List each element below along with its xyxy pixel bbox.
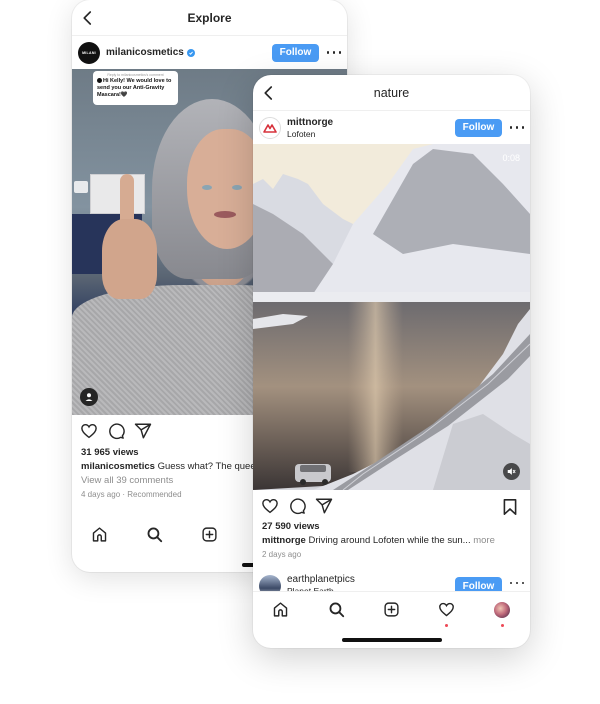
mouth-decor bbox=[214, 211, 236, 218]
caption-text: Guess what? The queen bbox=[157, 461, 261, 472]
post-header: MILANI milanicosmetics Follow bbox=[72, 36, 347, 69]
follow-button[interactable]: Follow bbox=[455, 118, 502, 137]
nav-create[interactable] bbox=[381, 600, 401, 620]
post-actions bbox=[261, 497, 333, 515]
home-indicator bbox=[341, 638, 442, 642]
more-options-icon[interactable] bbox=[510, 581, 524, 585]
notification-dot bbox=[500, 623, 504, 627]
lamp-decor bbox=[74, 181, 88, 193]
heart-icon[interactable] bbox=[261, 497, 279, 515]
search-icon bbox=[329, 602, 344, 618]
follow-button[interactable]: Follow bbox=[272, 43, 319, 62]
nav-search[interactable] bbox=[326, 600, 346, 620]
next-post-header: earthplanetpics Planet Earth Follow bbox=[253, 573, 530, 593]
heart-icon[interactable] bbox=[80, 422, 98, 440]
comment-reply-sticker: Reply to milanicosmetics's comment Hi Ke… bbox=[93, 71, 178, 105]
notification-dot bbox=[445, 623, 449, 627]
profile-avatar bbox=[494, 601, 511, 618]
verified-badge-icon bbox=[186, 48, 195, 57]
avatar[interactable] bbox=[259, 116, 281, 139]
top-bar: nature bbox=[253, 75, 530, 111]
create-post-icon bbox=[384, 602, 399, 617]
person-icon bbox=[85, 393, 93, 401]
dresser-decor bbox=[90, 174, 145, 214]
post-video[interactable]: 0:08 bbox=[253, 144, 530, 490]
mute-button[interactable] bbox=[503, 463, 520, 480]
more-options-icon[interactable] bbox=[510, 126, 524, 129]
comment-icon[interactable] bbox=[288, 497, 306, 515]
username[interactable]: milanicosmetics bbox=[106, 47, 184, 58]
more-options-icon[interactable] bbox=[327, 51, 341, 54]
back-arrow-icon[interactable] bbox=[260, 84, 278, 102]
search-icon bbox=[147, 527, 162, 542]
speaker-muted-icon bbox=[507, 468, 516, 475]
nav-home[interactable] bbox=[89, 524, 109, 544]
avatar-logo-text: MILANI bbox=[82, 50, 96, 55]
post-time: 4 days ago bbox=[81, 490, 121, 499]
nature-phone-screen: nature mittnorge Lofoten Follow 0:08 27 … bbox=[253, 75, 530, 648]
landscape-scene bbox=[253, 144, 530, 490]
username[interactable]: earthplanetpics bbox=[287, 574, 355, 585]
post-meta: 27 590 views mittnorge Driving around Lo… bbox=[262, 520, 524, 562]
create-post-icon bbox=[201, 526, 217, 542]
post-header: mittnorge Lofoten Follow bbox=[253, 111, 530, 144]
eye-decor bbox=[232, 185, 242, 190]
post-actions bbox=[80, 422, 152, 440]
top-bar: Explore bbox=[72, 0, 347, 36]
caption: mittnorge Driving around Lofoten while t… bbox=[262, 534, 524, 548]
comment-icon[interactable] bbox=[107, 422, 125, 440]
back-arrow-icon[interactable] bbox=[79, 9, 97, 27]
nav-create[interactable] bbox=[199, 524, 219, 544]
username[interactable]: mittnorge bbox=[287, 117, 333, 128]
eye-decor bbox=[202, 185, 212, 190]
home-icon bbox=[92, 526, 106, 542]
bottom-nav bbox=[253, 591, 530, 627]
caption-username[interactable]: milanicosmetics bbox=[81, 461, 155, 472]
nav-profile[interactable] bbox=[492, 600, 512, 627]
nav-search[interactable] bbox=[144, 524, 164, 544]
share-icon[interactable] bbox=[134, 422, 152, 440]
tagged-users-button[interactable] bbox=[80, 388, 98, 406]
caption-username[interactable]: mittnorge bbox=[262, 535, 306, 546]
reply-text: Hi Kelly! We would love to send you our … bbox=[97, 78, 172, 98]
post-time: 2 days ago bbox=[262, 550, 302, 559]
recommended-label: Recommended bbox=[127, 490, 182, 499]
page-title: nature bbox=[373, 85, 410, 100]
car-icon bbox=[295, 464, 331, 485]
view-count: 27 590 views bbox=[262, 521, 320, 532]
nav-home[interactable] bbox=[271, 600, 291, 620]
avatar[interactable]: MILANI bbox=[78, 41, 100, 64]
caption-text: Driving around Lofoten while the sun... bbox=[308, 535, 471, 546]
hand-decor bbox=[102, 219, 157, 299]
location-label[interactable]: Lofoten bbox=[287, 129, 455, 139]
separator: · bbox=[122, 490, 126, 499]
video-timer: 0:08 bbox=[502, 153, 520, 163]
share-icon[interactable] bbox=[315, 497, 333, 515]
page-title: Explore bbox=[187, 10, 232, 25]
nav-activity[interactable] bbox=[437, 600, 457, 627]
mini-avatar-icon bbox=[97, 78, 102, 83]
home-icon bbox=[273, 602, 288, 617]
more-link[interactable]: more bbox=[473, 535, 495, 546]
bookmark-icon[interactable] bbox=[502, 498, 518, 516]
heart-icon bbox=[439, 602, 455, 617]
mittnorge-logo-icon bbox=[263, 123, 277, 133]
